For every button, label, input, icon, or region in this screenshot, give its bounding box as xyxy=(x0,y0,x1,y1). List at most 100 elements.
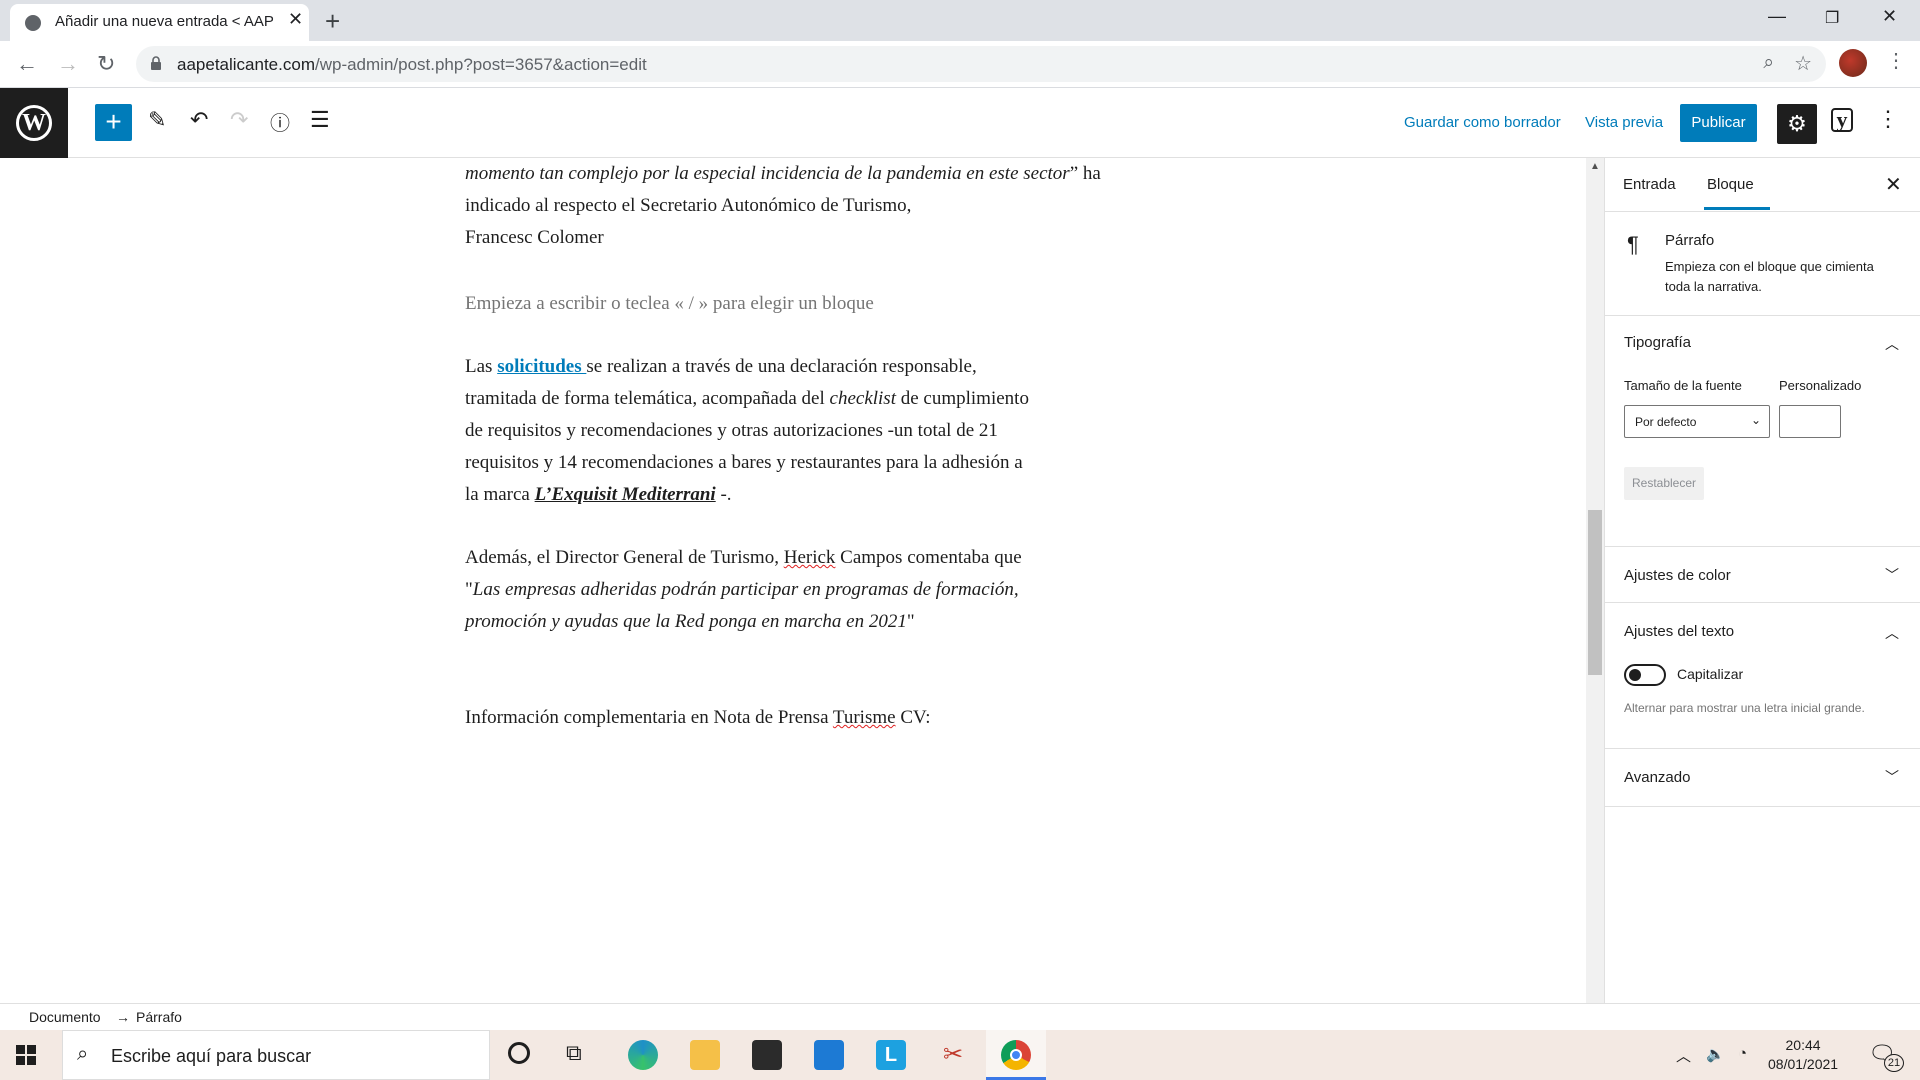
search-icon: ⌕ xyxy=(77,1043,89,1065)
add-block-button[interactable]: + xyxy=(95,104,132,141)
close-sidebar-icon[interactable]: ✕ xyxy=(1885,172,1902,197)
network-icon[interactable]: ◔ xyxy=(1738,1045,1747,1062)
text-settings-toggle[interactable]: Ajustes del texto xyxy=(1624,623,1734,640)
cortana-icon[interactable] xyxy=(508,1042,530,1064)
redo-icon[interactable]: ↷ xyxy=(230,107,248,133)
chevron-up-icon[interactable]: ︿ xyxy=(1885,334,1899,354)
font-size-select[interactable]: Por defecto ⌄ xyxy=(1624,405,1770,438)
profile-avatar[interactable] xyxy=(1839,49,1867,77)
browser-tab[interactable]: Añadir una nueva entrada < AAP ✕ xyxy=(10,4,309,41)
drop-cap-toggle[interactable] xyxy=(1624,664,1666,686)
store-icon[interactable] xyxy=(752,1040,782,1070)
undo-icon[interactable]: ↶ xyxy=(190,107,208,133)
system-clock[interactable]: 20:44 08/01/2021 xyxy=(1768,1036,1838,1074)
bookmark-star-icon[interactable]: ☆ xyxy=(1794,51,1812,76)
paragraph-block[interactable]: Las solicitudes se realizan a través de … xyxy=(465,351,1115,511)
color-settings-toggle[interactable]: Ajustes de color xyxy=(1624,567,1731,584)
settings-sidebar: Entrada Bloque ✕ ¶ Párrafo Empieza con e… xyxy=(1604,158,1920,1003)
minimize-window-button[interactable]: — xyxy=(1768,6,1786,27)
breadcrumb-document[interactable]: Documento xyxy=(29,1009,101,1025)
tab-title: Añadir una nueva entrada < AAP xyxy=(55,13,274,30)
publish-button[interactable]: Publicar xyxy=(1680,104,1757,142)
browser-menu-icon[interactable]: ⋮ xyxy=(1886,48,1906,73)
divider xyxy=(1605,211,1920,212)
divider xyxy=(1605,748,1920,749)
custom-size-label: Personalizado xyxy=(1779,378,1862,393)
paragraph-block[interactable]: Información complementaria en Nota de Pr… xyxy=(465,702,1115,734)
task-view-icon[interactable]: ⧉ xyxy=(566,1040,582,1066)
windows-taskbar: ⌕ Escribe aquí para buscar ⧉ L ✂ ︿ 🔈 ◔ 2… xyxy=(0,1030,1920,1080)
divider xyxy=(1605,546,1920,547)
editor-scrollbar[interactable]: ▲ xyxy=(1586,158,1604,1003)
preview-button[interactable]: Vista previa xyxy=(1585,114,1663,131)
more-options-icon[interactable]: ⋮ xyxy=(1877,106,1899,132)
divider xyxy=(1605,315,1920,316)
advanced-panel-toggle[interactable]: Avanzado xyxy=(1624,769,1690,786)
address-bar[interactable]: aapetalicante.com/wp-admin/post.php?post… xyxy=(136,46,1826,82)
windows-start-icon[interactable] xyxy=(16,1045,36,1065)
tab-bloque[interactable]: Bloque xyxy=(1707,176,1754,193)
font-size-label: Tamaño de la fuente xyxy=(1624,378,1742,393)
edge-icon[interactable] xyxy=(628,1040,658,1070)
breadcrumb-arrow-icon: → xyxy=(116,1009,130,1025)
block-description: Empieza con el bloque que cimienta toda l… xyxy=(1665,259,1874,294)
drop-cap-help: Alternar para mostrar una letra inicial … xyxy=(1624,701,1865,715)
back-icon[interactable]: ← xyxy=(16,51,38,77)
lock-icon xyxy=(151,56,161,70)
custom-font-size-input[interactable] xyxy=(1779,405,1841,438)
editor-header: W + ✎ ↶ ↷ ⓘ ☰ Guardar como borrador Vist… xyxy=(0,88,1920,158)
scrollbar-thumb[interactable] xyxy=(1588,510,1602,675)
typography-panel-toggle[interactable]: Tipografía xyxy=(1624,334,1691,351)
new-tab-button[interactable]: + xyxy=(325,6,340,37)
chevron-down-icon[interactable]: ﹀ xyxy=(1885,767,1899,787)
paragraph-block[interactable]: Además, el Director General de Turismo, … xyxy=(465,542,1115,638)
info-icon[interactable]: ⓘ xyxy=(270,107,290,136)
file-explorer-icon[interactable] xyxy=(690,1040,720,1070)
brand-link[interactable]: L’Exquisit Mediterrani xyxy=(535,484,716,505)
mail-icon[interactable] xyxy=(814,1040,844,1070)
editor-canvas: momento tan complejo por la especial inc… xyxy=(0,158,1586,1003)
notification-count-badge: 21 xyxy=(1884,1054,1904,1072)
yoast-seo-icon[interactable]: y xyxy=(1831,108,1853,132)
solicitudes-link[interactable]: solicitudes xyxy=(497,356,586,377)
show-hidden-icons-icon[interactable]: ︿ xyxy=(1676,1045,1691,1066)
taskbar-search-box[interactable]: ⌕ Escribe aquí para buscar xyxy=(62,1030,490,1080)
edit-tools-icon[interactable]: ✎ xyxy=(148,107,166,133)
tab-entrada[interactable]: Entrada xyxy=(1623,176,1676,193)
paragraph-line: Francesc Colomer xyxy=(465,227,604,248)
drop-cap-label: Capitalizar xyxy=(1677,666,1744,682)
reload-icon[interactable]: ↻ xyxy=(97,51,115,77)
paragraph-icon: ¶ xyxy=(1627,232,1639,257)
settings-gear-icon[interactable]: ⚙ xyxy=(1777,104,1817,144)
chrome-icon xyxy=(1001,1040,1031,1070)
paragraph-block[interactable]: momento tan complejo por la especial inc… xyxy=(465,158,1115,254)
block-name: Párrafo xyxy=(1665,232,1715,249)
wordpress-logo-icon[interactable]: W xyxy=(0,88,68,158)
app-l-icon[interactable]: L xyxy=(876,1040,906,1070)
chevron-down-icon[interactable]: ﹀ xyxy=(1885,565,1899,585)
active-tab-indicator xyxy=(1704,207,1770,210)
site-favicon-icon xyxy=(25,15,41,31)
list-view-icon[interactable]: ☰ xyxy=(310,107,330,133)
close-tab-icon[interactable]: ✕ xyxy=(288,9,303,30)
close-window-button[interactable]: ✕ xyxy=(1882,6,1897,27)
chevron-up-icon[interactable]: ︿ xyxy=(1885,623,1899,643)
browser-tab-strip: Añadir una nueva entrada < AAP ✕ + — ❐ ✕ xyxy=(0,0,1920,41)
snipping-tool-icon[interactable]: ✂ xyxy=(938,1040,968,1070)
block-breadcrumb: Documento → Párrafo xyxy=(0,1003,1920,1030)
breadcrumb-block[interactable]: Párrafo xyxy=(136,1009,182,1025)
scroll-up-icon[interactable]: ▲ xyxy=(1590,161,1600,172)
reset-button[interactable]: Restablecer xyxy=(1624,467,1704,500)
url-text: aapetalicante.com/wp-admin/post.php?post… xyxy=(177,55,647,74)
forward-icon[interactable]: → xyxy=(57,51,79,77)
empty-block-placeholder[interactable]: Empieza a escribir o teclea « / » para e… xyxy=(465,288,1115,320)
save-draft-button[interactable]: Guardar como borrador xyxy=(1404,114,1561,131)
maximize-window-button[interactable]: ❐ xyxy=(1825,8,1839,28)
browser-toolbar: ← → ↻ aapetalicante.com/wp-admin/post.ph… xyxy=(0,41,1920,88)
volume-muted-icon[interactable]: 🔈 xyxy=(1706,1045,1725,1063)
divider xyxy=(1605,602,1920,603)
chrome-taskbar-button[interactable] xyxy=(986,1030,1046,1080)
chevron-down-icon: ⌄ xyxy=(1750,413,1761,427)
divider xyxy=(1605,806,1920,807)
zoom-icon[interactable]: ⌕ xyxy=(1763,52,1774,74)
